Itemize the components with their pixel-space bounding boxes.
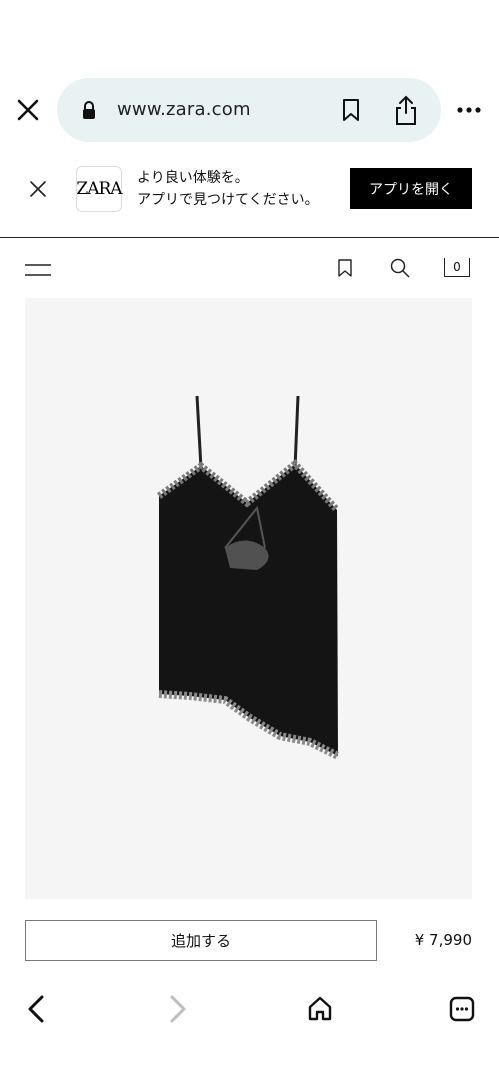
search-button[interactable] xyxy=(390,258,410,278)
bookmark-button[interactable] xyxy=(340,98,362,122)
bookmark-icon xyxy=(343,99,359,121)
wishlist-button[interactable] xyxy=(337,259,353,277)
tabs-button[interactable] xyxy=(449,996,475,1022)
close-icon xyxy=(30,181,46,197)
lock-icon xyxy=(81,100,97,120)
camisole-image xyxy=(156,395,340,760)
url-text[interactable]: www.zara.com xyxy=(117,99,251,120)
back-button[interactable] xyxy=(26,995,46,1023)
share-icon xyxy=(396,95,416,125)
banner-close-button[interactable] xyxy=(29,180,47,198)
forward-button[interactable] xyxy=(168,995,188,1023)
browser-close-button[interactable] xyxy=(14,96,42,124)
forward-icon xyxy=(170,995,186,1023)
share-button[interactable] xyxy=(393,94,419,126)
add-to-cart-button[interactable]: 追加する xyxy=(25,920,377,961)
divider xyxy=(0,237,499,238)
tabs-icon xyxy=(449,996,475,1022)
home-button[interactable] xyxy=(306,994,334,1022)
browser-toolbar xyxy=(0,980,499,1080)
banner-line-2: アプリで見つけてください。 xyxy=(137,192,319,208)
cart-button[interactable]: 0 xyxy=(444,258,470,277)
zara-app-logo: ZARA xyxy=(76,166,123,212)
open-app-button[interactable]: アプリを開く xyxy=(350,168,472,209)
menu-icon xyxy=(25,264,51,276)
menu-button[interactable] xyxy=(25,262,51,276)
banner-message: より良い体験を。 アプリで見つけてください。 xyxy=(137,167,319,211)
close-icon xyxy=(17,99,39,121)
more-icon xyxy=(457,107,481,113)
product-image[interactable] xyxy=(25,298,472,899)
banner-line-1: より良い体験を。 xyxy=(137,170,249,186)
home-icon xyxy=(308,996,332,1021)
cart-icon: 0 xyxy=(453,260,461,274)
product-price: ¥ 7,990 xyxy=(414,931,472,949)
back-icon xyxy=(28,995,44,1023)
more-button[interactable] xyxy=(456,102,482,118)
search-icon xyxy=(390,258,410,278)
bookmark-icon xyxy=(338,259,352,277)
